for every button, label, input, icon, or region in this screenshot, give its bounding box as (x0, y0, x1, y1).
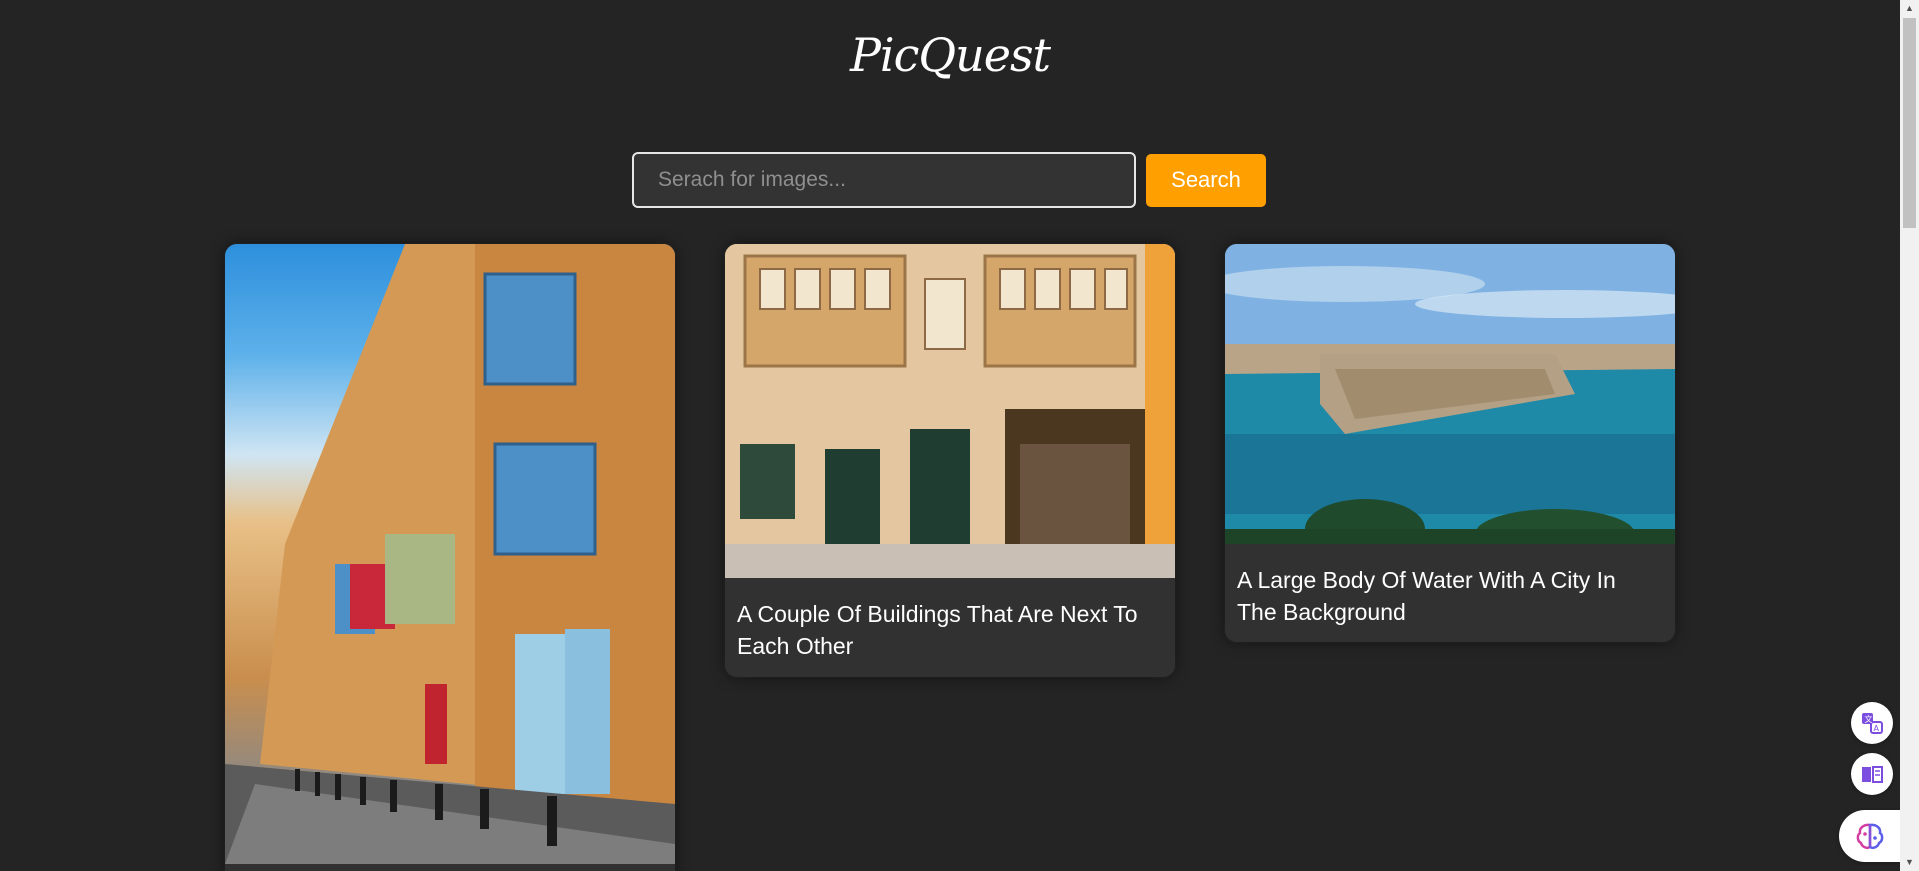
reader-button[interactable] (1851, 753, 1893, 795)
page: PicQuest Search (0, 0, 1901, 871)
image-caption: A Large Body Of Water With A City In The… (1237, 567, 1616, 625)
ai-assistant-button[interactable] (1839, 810, 1901, 862)
image-caption (225, 864, 675, 871)
translate-button[interactable]: 文 A (1851, 702, 1893, 744)
image-card-street[interactable] (225, 244, 675, 871)
search-button[interactable]: Search (1146, 153, 1266, 207)
buildings-with-balconies-photo[interactable] (725, 244, 1175, 578)
scroll-down-arrow-icon[interactable]: ▼ (1900, 854, 1919, 871)
vertical-scrollbar[interactable]: ▲ ▼ (1900, 0, 1919, 871)
street-photo-illustration (225, 244, 675, 864)
scroll-up-arrow-icon[interactable]: ▲ (1900, 0, 1919, 17)
translate-icon: 文 A (1862, 713, 1883, 734)
search-input[interactable] (632, 152, 1136, 208)
svg-text:A: A (1874, 724, 1880, 733)
reader-icon (1862, 766, 1883, 783)
scrollbar-thumb[interactable] (1903, 18, 1916, 228)
search-bar: Search (632, 152, 1266, 208)
svg-text:文: 文 (1865, 714, 1873, 724)
harbor-photo-illustration (1225, 244, 1675, 544)
image-card-harbor[interactable]: A Large Body Of Water With A City In The… (1225, 244, 1675, 642)
street-with-colorful-balconies-photo[interactable] (225, 244, 675, 864)
harbor-and-city-photo[interactable] (1225, 244, 1675, 544)
brain-icon (1856, 823, 1884, 850)
buildings-photo-illustration (725, 244, 1175, 578)
app-logo: PicQuest (849, 28, 1051, 82)
image-card-buildings[interactable]: A Couple Of Buildings That Are Next To E… (725, 244, 1175, 677)
image-caption: A Couple Of Buildings That Are Next To E… (737, 601, 1138, 659)
